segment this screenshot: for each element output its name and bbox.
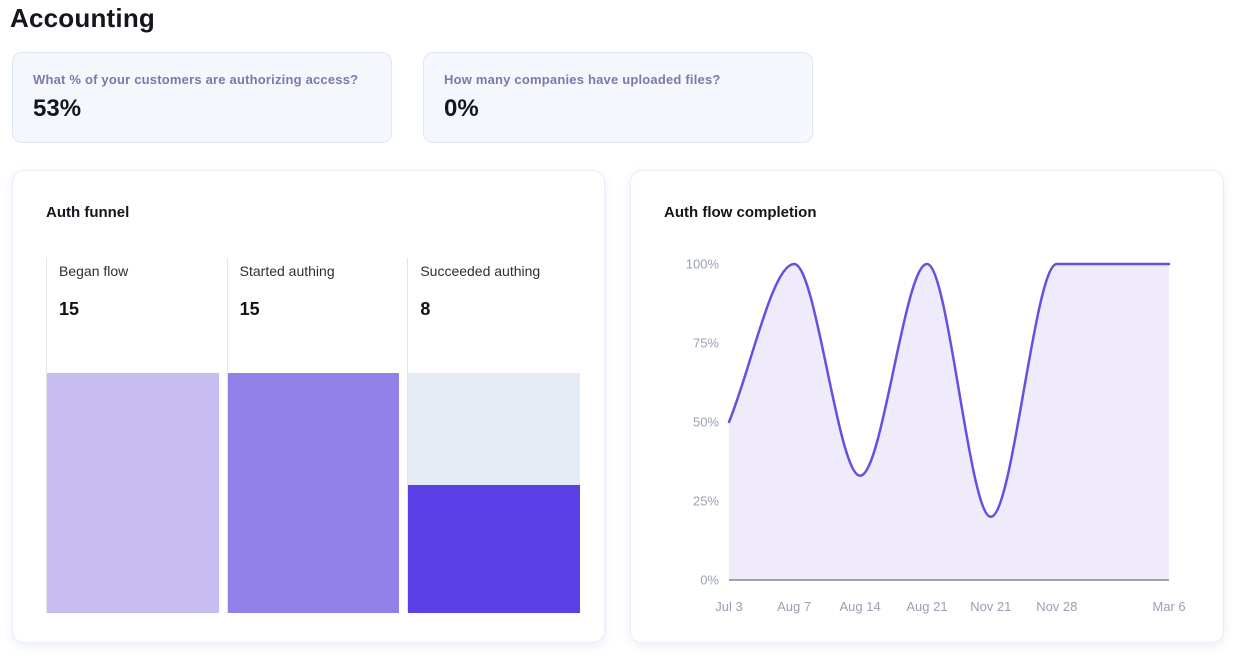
x-axis-tick-label: Aug 14 (840, 599, 881, 614)
x-axis-tick-label: Aug 7 (777, 599, 811, 614)
funnel-step-bar-fill (228, 373, 400, 613)
funnel-step-began-flow: Began flow 15 (46, 258, 219, 613)
x-axis-tick-label: Aug 21 (906, 599, 947, 614)
page-title: Accounting (10, 3, 155, 34)
y-axis-tick-label: 75% (693, 336, 719, 351)
x-axis-tick-label: Nov 28 (1036, 599, 1077, 614)
funnel-step-bar (408, 373, 580, 613)
y-axis-tick-label: 50% (693, 415, 719, 430)
stat-card-uploaded-files: How many companies have uploaded files? … (423, 52, 813, 143)
auth-flow-completion-panel: Auth flow completion 100%75%50%25%0%Jul … (630, 170, 1224, 643)
chart-area-fill (729, 264, 1169, 580)
funnel-step-started-authing: Started authing 15 (227, 258, 400, 613)
y-axis-tick-label: 25% (693, 494, 719, 509)
auth-flow-completion-chart: 100% 75% 50% 25% 0% Jul 3 Aug 7 Aug 14 Aug 21 Nov… (631, 171, 1223, 642)
stat-card-authorizing-access: What % of your customers are authorizing… (12, 52, 392, 143)
x-axis-tick-label: Mar 6 (1152, 599, 1185, 614)
stat-value: 0% (444, 95, 792, 123)
funnel-step-label: Began flow (59, 263, 219, 279)
y-axis-tick-label: 0% (700, 573, 719, 588)
funnel-step-value: 15 (240, 299, 400, 320)
funnel-step-bar-fill (408, 485, 580, 613)
accounting-dashboard: Accounting What % of your customers are … (0, 0, 1235, 657)
auth-funnel-title: Auth funnel (46, 204, 129, 221)
x-axis-tick-label: Jul 3 (715, 599, 742, 614)
stat-question: How many companies have uploaded files? (444, 72, 792, 87)
funnel-step-bar (228, 373, 400, 613)
funnel-step-label: Succeeded authing (420, 263, 580, 279)
x-axis-tick-label: Nov 21 (970, 599, 1011, 614)
stat-value: 53% (33, 95, 371, 123)
funnel-step-value: 8 (420, 299, 580, 320)
funnel-columns: Began flow 15 Started authing 15 Succeeded a… (46, 258, 580, 613)
y-axis-tick-label: 100% (686, 257, 720, 272)
funnel-step-succeeded-authing: Succeeded authing 8 (407, 258, 580, 613)
auth-funnel-panel: Auth funnel Began flow 15 Started authing 1… (12, 170, 605, 643)
stat-question: What % of your customers are authorizing… (33, 72, 371, 87)
funnel-step-bar-fill (47, 373, 219, 613)
funnel-step-label: Started authing (240, 263, 400, 279)
funnel-step-bar (47, 373, 219, 613)
funnel-step-value: 15 (59, 299, 219, 320)
